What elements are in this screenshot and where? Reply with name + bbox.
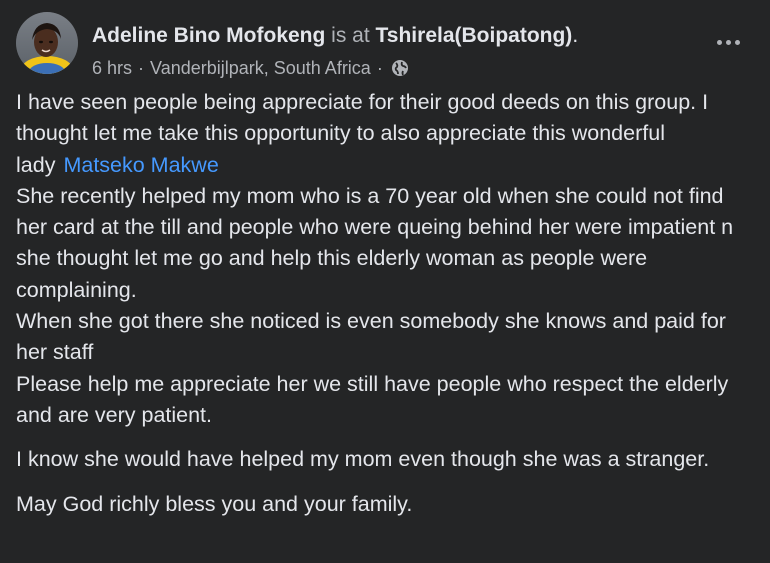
- more-options-icon: [725, 39, 731, 45]
- avatar-image: [16, 12, 78, 74]
- post-text: May God richly bless you and your family…: [16, 491, 413, 516]
- post-timestamp[interactable]: 6 hrs: [92, 56, 132, 80]
- post-paragraph: I know she would have helped my mom even…: [16, 444, 756, 475]
- post-paragraph: I have seen people being appreciate for …: [16, 87, 756, 431]
- more-options-icon: [716, 39, 722, 45]
- post-body: I have seen people being appreciate for …: [16, 87, 756, 520]
- post-paragraph: May God richly bless you and your family…: [16, 489, 756, 520]
- author-line: Adeline Bino Mofokeng is at Tshirela(Boi…: [92, 23, 578, 49]
- meta-separator: ·: [376, 58, 383, 78]
- post-text: She recently helped my mom who is a 70 y…: [16, 183, 734, 302]
- post-text: I know she would have helped my mom even…: [16, 447, 710, 472]
- mention-link[interactable]: Matseko Makwe: [63, 153, 218, 177]
- more-options-button[interactable]: [710, 30, 746, 54]
- title-period: .: [572, 24, 579, 47]
- post-text: When she got there she noticed is even s…: [16, 309, 726, 365]
- place-name[interactable]: Tshirela(Boipatong): [376, 24, 573, 47]
- post-meta: 6 hrs · Vanderbijlpark, South Africa ·: [92, 56, 409, 80]
- post-location: Vanderbijlpark, South Africa: [150, 58, 371, 78]
- checkin-text: is at: [331, 24, 370, 47]
- author-name[interactable]: Adeline Bino Mofokeng: [92, 24, 325, 47]
- more-options-icon: [734, 39, 740, 45]
- globe-icon[interactable]: [391, 59, 409, 77]
- meta-separator: ·: [138, 58, 145, 78]
- post-card: Adeline Bino Mofokeng is at Tshirela(Boi…: [0, 0, 770, 563]
- author-avatar[interactable]: [16, 12, 78, 74]
- post-text: Please help me appreciate her we still h…: [16, 371, 729, 427]
- post-header: Adeline Bino Mofokeng is at Tshirela(Boi…: [16, 12, 754, 78]
